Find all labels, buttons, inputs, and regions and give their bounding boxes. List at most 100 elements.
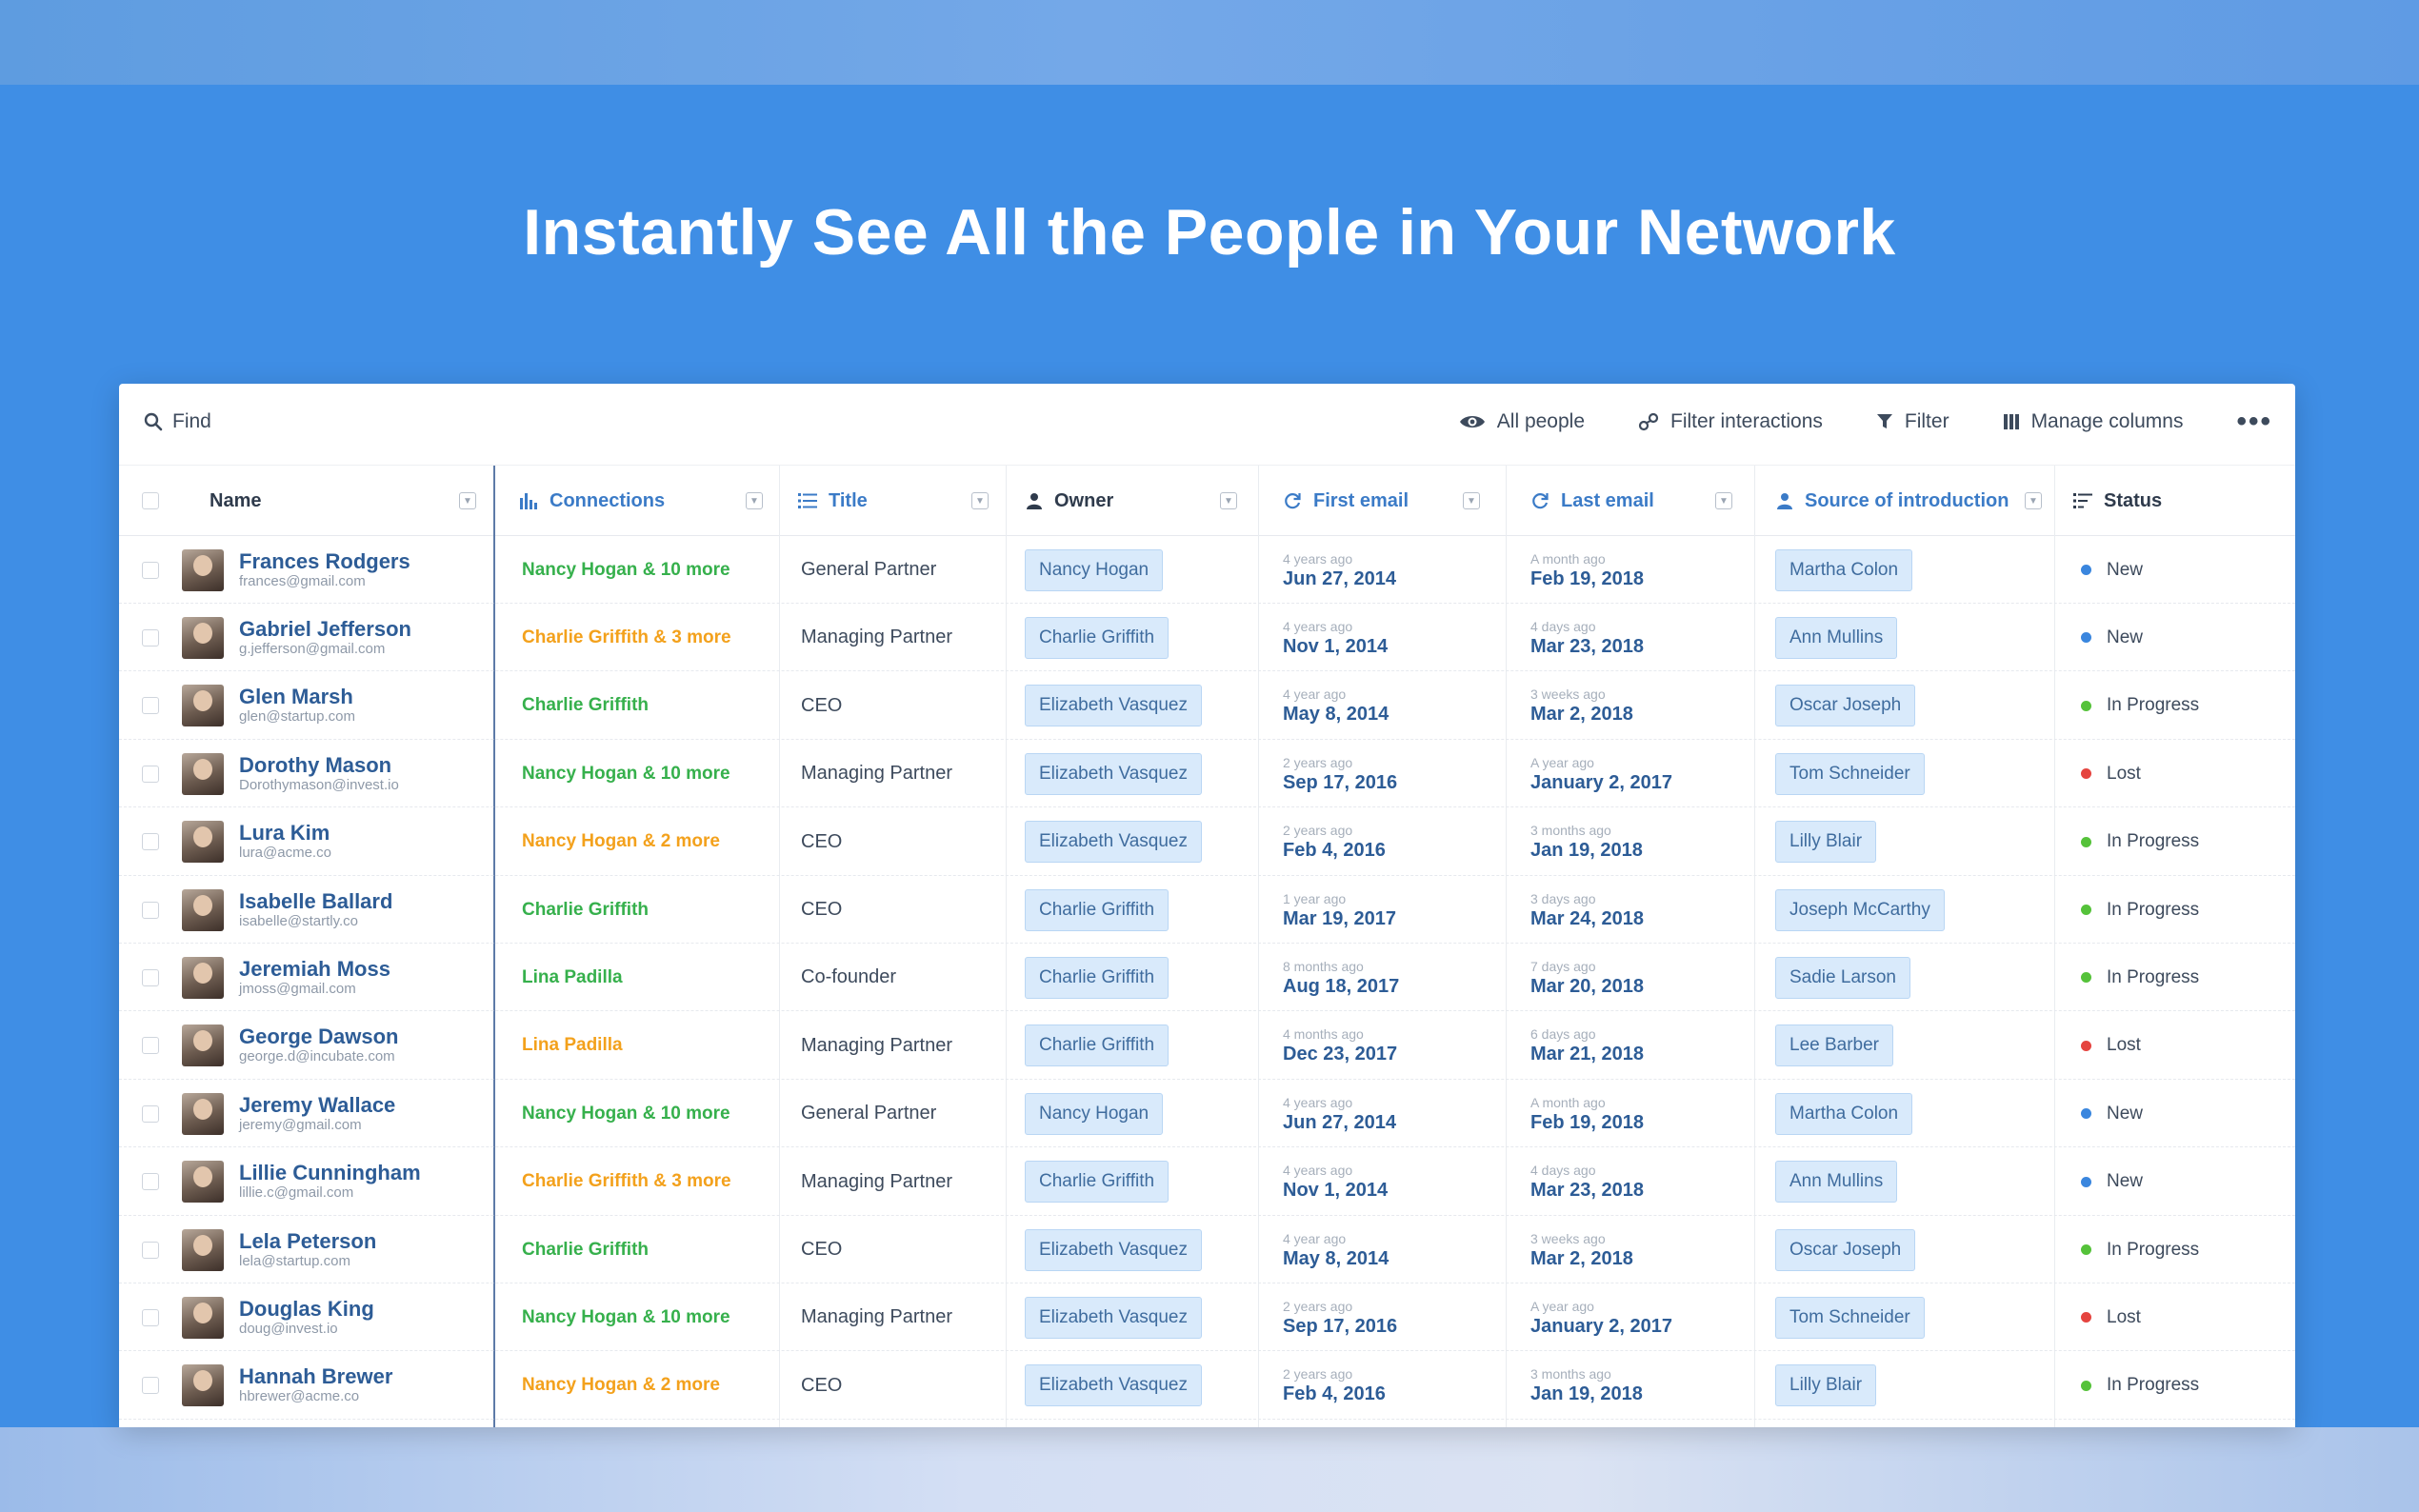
owner-cell[interactable]: Charlie Griffith xyxy=(1025,604,1170,671)
row-checkbox-cell[interactable] xyxy=(142,1080,159,1147)
owner-tag[interactable]: Elizabeth Vasquez xyxy=(1025,1296,1202,1339)
all-people-button[interactable]: All people xyxy=(1459,410,1585,433)
source-tag[interactable]: Oscar Joseph xyxy=(1775,1228,1916,1271)
row-checkbox[interactable] xyxy=(142,901,159,919)
column-header-name[interactable]: Name xyxy=(198,466,261,536)
row-checkbox[interactable] xyxy=(142,1173,159,1191)
connections-cell[interactable]: Nancy Hogan & 10 more xyxy=(522,740,730,807)
person-name[interactable]: Frances Rodgers xyxy=(239,549,410,573)
find-search[interactable]: Find xyxy=(144,410,211,433)
owner-cell[interactable]: Elizabeth Vasquez xyxy=(1025,1283,1202,1351)
column-header-connections[interactable]: Connections xyxy=(519,466,665,536)
table-row[interactable]: Hannah Brewer hbrewer@acme.co Nancy Hoga… xyxy=(119,1352,2295,1420)
source-tag[interactable]: Martha Colon xyxy=(1775,1092,1913,1135)
row-checkbox[interactable] xyxy=(142,1377,159,1395)
connections-cell[interactable]: Charlie Griffith xyxy=(522,672,649,740)
connections-link[interactable]: Charlie Griffith & 3 more xyxy=(522,1171,731,1192)
status-cell[interactable]: Lost xyxy=(2081,740,2141,807)
owner-tag[interactable]: Charlie Griffith xyxy=(1025,888,1170,931)
filter-button[interactable]: Filter xyxy=(1876,410,1949,433)
status-cell[interactable]: Lost xyxy=(2081,1283,2141,1351)
filter-interactions-button[interactable]: Filter interactions xyxy=(1638,410,1823,433)
connections-cell[interactable]: Nancy Hogan & 10 more xyxy=(522,536,730,604)
status-cell[interactable]: In Progress xyxy=(2081,1352,2199,1420)
person-cell[interactable]: Lillie Cunningham lillie.c@gmail.com xyxy=(182,1148,421,1216)
more-options-button[interactable]: ••• xyxy=(2236,408,2272,436)
source-cell[interactable]: Ann Mullins xyxy=(1775,604,1898,671)
source-tag[interactable]: Martha Colon xyxy=(1775,548,1913,591)
source-tag[interactable]: Tom Schneider xyxy=(1775,752,1925,795)
person-cell[interactable]: George Dawson george.d@incubate.com xyxy=(182,1012,398,1080)
column-header-last-email[interactable]: Last email xyxy=(1530,466,1654,536)
connections-cell[interactable]: Nancy Hogan & 2 more xyxy=(522,808,720,876)
person-cell[interactable]: Jeremy Wallace jeremy@gmail.com xyxy=(182,1080,395,1147)
source-tag[interactable]: Sadie Larson xyxy=(1775,956,1910,999)
status-cell[interactable]: In Progress xyxy=(2081,672,2199,740)
table-row[interactable]: Frances Rodgers frances@gmail.com Nancy … xyxy=(119,536,2295,604)
person-cell[interactable]: Jeremiah Moss jmoss@gmail.com xyxy=(182,944,390,1011)
owner-cell[interactable]: Elizabeth Vasquez xyxy=(1025,740,1202,807)
connections-cell[interactable]: Charlie Griffith xyxy=(522,876,649,944)
name-column-dropdown[interactable]: ▼ xyxy=(459,492,476,509)
connections-link[interactable]: Lina Padilla xyxy=(522,967,623,988)
row-checkbox[interactable] xyxy=(142,628,159,647)
person-name[interactable]: George Dawson xyxy=(239,1025,398,1048)
table-row[interactable]: Lura Kim lura@acme.co Nancy Hogan & 2 mo… xyxy=(119,808,2295,876)
person-name[interactable]: Lillie Cunningham xyxy=(239,1162,421,1184)
connections-link[interactable]: Charlie Griffith xyxy=(522,900,649,921)
source-cell[interactable]: Lee Barber xyxy=(1775,1012,1894,1080)
row-checkbox-cell[interactable] xyxy=(142,672,159,740)
select-all-checkbox-cell[interactable] xyxy=(142,466,159,536)
owner-cell[interactable]: Elizabeth Vasquez xyxy=(1025,672,1202,740)
table-row[interactable]: Jeremy Wallace jeremy@gmail.com Nancy Ho… xyxy=(119,1080,2295,1148)
source-cell[interactable]: Lilly Blair xyxy=(1775,1352,1877,1420)
connections-cell[interactable]: Nancy Hogan & 10 more xyxy=(522,1283,730,1351)
table-row[interactable]: Douglas King doug@invest.io Nancy Hogan … xyxy=(119,1283,2295,1352)
owner-cell[interactable]: Elizabeth Vasquez xyxy=(1025,808,1202,876)
manage-columns-button[interactable]: Manage columns xyxy=(2003,410,2183,433)
status-cell[interactable]: In Progress xyxy=(2081,876,2199,944)
title-column-dropdown[interactable]: ▼ xyxy=(971,492,989,509)
row-checkbox[interactable] xyxy=(142,1308,159,1326)
connections-link[interactable]: Nancy Hogan & 10 more xyxy=(522,560,730,581)
status-cell[interactable]: New xyxy=(2081,604,2143,671)
source-cell[interactable]: Ann Mullins xyxy=(1775,1148,1898,1216)
person-cell[interactable]: Gabriel Jefferson g.jefferson@gmail.com xyxy=(182,604,411,671)
source-tag[interactable]: Joseph McCarthy xyxy=(1775,888,1945,931)
row-checkbox-cell[interactable] xyxy=(142,808,159,876)
owner-tag[interactable]: Charlie Griffith xyxy=(1025,1161,1170,1204)
connections-cell[interactable]: Lina Padilla xyxy=(522,944,623,1011)
column-header-first-email[interactable]: First email xyxy=(1283,466,1409,536)
owner-cell[interactable]: Nancy Hogan xyxy=(1025,1080,1164,1147)
row-checkbox-cell[interactable] xyxy=(142,1148,159,1216)
status-cell[interactable]: Lost xyxy=(2081,1012,2141,1080)
row-checkbox-cell[interactable] xyxy=(142,1283,159,1351)
owner-tag[interactable]: Elizabeth Vasquez xyxy=(1025,752,1202,795)
connections-link[interactable]: Nancy Hogan & 10 more xyxy=(522,1104,730,1124)
connections-link[interactable]: Lina Padilla xyxy=(522,1035,623,1056)
owner-cell[interactable]: Charlie Griffith xyxy=(1025,1012,1170,1080)
table-row[interactable]: Lillie Cunningham lillie.c@gmail.com Cha… xyxy=(119,1148,2295,1216)
connections-cell[interactable]: Nancy Hogan & 2 more xyxy=(522,1352,720,1420)
source-cell[interactable]: Oscar Joseph xyxy=(1775,672,1916,740)
source-tag[interactable]: Ann Mullins xyxy=(1775,616,1898,659)
first-email-column-dropdown[interactable]: ▼ xyxy=(1463,492,1480,509)
owner-tag[interactable]: Charlie Griffith xyxy=(1025,616,1170,659)
person-name[interactable]: Lela Peterson xyxy=(239,1229,376,1253)
connections-link[interactable]: Nancy Hogan & 2 more xyxy=(522,1375,720,1396)
owner-cell[interactable]: Charlie Griffith xyxy=(1025,944,1170,1011)
source-cell[interactable]: Lilly Blair xyxy=(1775,808,1877,876)
table-row[interactable]: Jeremiah Moss jmoss@gmail.com Lina Padil… xyxy=(119,944,2295,1012)
person-cell[interactable]: Isabelle Ballard isabelle@startly.co xyxy=(182,876,392,944)
table-row[interactable]: Gabriel Jefferson g.jefferson@gmail.com … xyxy=(119,604,2295,672)
person-name[interactable]: Jeremiah Moss xyxy=(239,957,390,981)
row-checkbox-cell[interactable] xyxy=(142,1352,159,1420)
connections-link[interactable]: Nancy Hogan & 2 more xyxy=(522,831,720,852)
connections-cell[interactable]: Lina Padilla xyxy=(522,1012,623,1080)
source-cell[interactable]: Joseph McCarthy xyxy=(1775,876,1945,944)
source-cell[interactable]: Tom Schneider xyxy=(1775,740,1925,807)
source-tag[interactable]: Lilly Blair xyxy=(1775,821,1877,864)
person-name[interactable]: Glen Marsh xyxy=(239,686,355,708)
person-cell[interactable]: Frances Rodgers frances@gmail.com xyxy=(182,536,410,604)
status-cell[interactable]: In Progress xyxy=(2081,944,2199,1011)
